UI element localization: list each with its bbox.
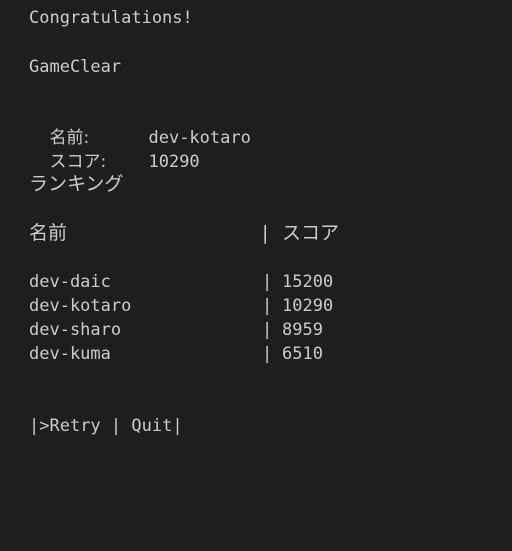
ranking-row-name: dev-daic	[29, 272, 111, 292]
ranking-row-separator: |	[262, 296, 273, 316]
ranking-row-score: 15200	[282, 272, 334, 292]
ranking-row-score: 6510	[282, 344, 323, 364]
ranking-header: 名前 | スコア	[29, 221, 489, 245]
ranking-row-name: dev-sharo	[29, 320, 122, 340]
ranking-row-separator: |	[262, 320, 273, 340]
ranking-row: dev-kuma | 6510	[29, 342, 489, 366]
ranking-row-score: 8959	[282, 320, 323, 340]
ranking-row-separator: |	[262, 272, 273, 292]
game-menu: |>Retry | Quit|	[29, 414, 183, 438]
ranking-row: dev-daic | 15200	[29, 270, 489, 294]
ranking-header-score: スコア	[282, 222, 340, 244]
game-status: GameClear	[29, 57, 122, 77]
player-score-label: スコア:	[49, 152, 107, 172]
ranking-row: dev-kotaro | 10290	[29, 294, 489, 318]
menu-close: |	[172, 416, 183, 436]
ranking-row-name: dev-kotaro	[29, 296, 132, 316]
ranking-row-score: 10290	[282, 296, 334, 316]
quit-option[interactable]: Quit	[131, 416, 172, 436]
ranking-title: ランキング	[29, 173, 124, 195]
ranking-row-name: dev-kuma	[29, 344, 111, 364]
player-score-line: スコア: 10290	[29, 126, 199, 172]
ranking-row-separator: |	[262, 344, 273, 364]
player-name-line: 名前: dev-kotaro	[29, 102, 250, 148]
ranking-header-separator: |	[262, 222, 269, 244]
ranking-header-name: 名前	[29, 222, 68, 244]
retry-option[interactable]: Retry	[49, 416, 100, 436]
menu-divider: |	[100, 416, 132, 436]
congratulations-text: Congratulations!	[29, 8, 193, 28]
menu-cursor: |>	[29, 416, 50, 436]
ranking-row: dev-sharo | 8959	[29, 318, 489, 342]
terminal-screen: { "header": { "congrats": "Congratulatio…	[0, 0, 512, 551]
player-score-value: 10290	[148, 152, 200, 172]
